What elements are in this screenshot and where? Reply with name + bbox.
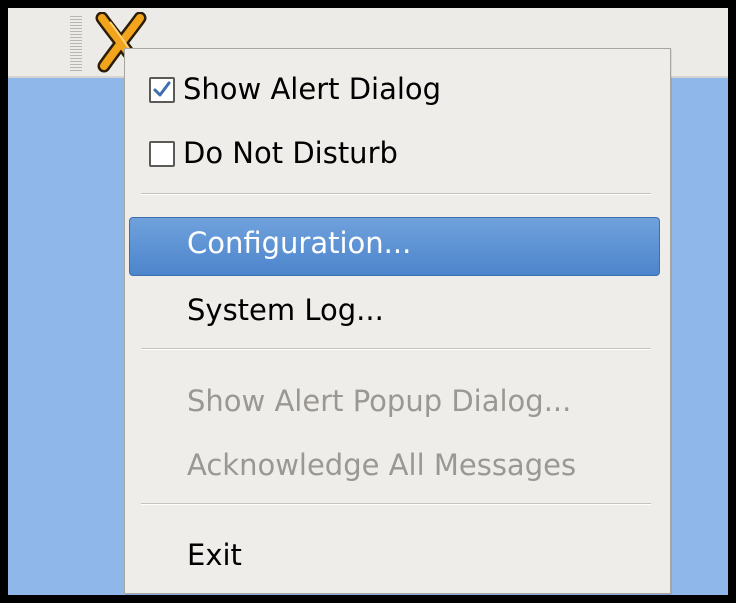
menu-item-exit[interactable]: Exit — [125, 527, 670, 583]
desktop: Show Alert Dialog Do Not Disturb Configu… — [8, 8, 728, 595]
menu-item-label: System Log... — [187, 293, 384, 327]
menu-item-label: Configuration... — [187, 226, 412, 260]
checkmark-icon — [153, 81, 171, 97]
menu-item-label: Acknowledge All Messages — [187, 448, 577, 482]
menu-item-label: Exit — [187, 538, 242, 572]
checkbox-checked[interactable] — [149, 77, 175, 103]
menu-item-do-not-disturb[interactable]: Do Not Disturb — [125, 125, 670, 181]
menu-item-show-alert-popup-dialog: Show Alert Popup Dialog... — [125, 373, 670, 429]
tray-context-menu: Show Alert Dialog Do Not Disturb Configu… — [124, 48, 671, 594]
menu-separator — [141, 193, 651, 195]
menu-separator — [141, 348, 651, 350]
menu-item-configuration[interactable]: Configuration... — [125, 215, 670, 276]
menu-separator — [141, 503, 651, 505]
menu-item-label: Show Alert Popup Dialog... — [187, 384, 572, 418]
menu-item-label: Show Alert Dialog — [183, 72, 442, 106]
panel-drag-handle[interactable] — [70, 16, 82, 72]
checkbox-unchecked[interactable] — [149, 141, 175, 167]
menu-item-label: Do Not Disturb — [183, 136, 398, 170]
menu-item-show-alert-dialog[interactable]: Show Alert Dialog — [125, 61, 670, 117]
menu-item-acknowledge-all-messages: Acknowledge All Messages — [125, 437, 670, 493]
menu-item-system-log[interactable]: System Log... — [125, 282, 670, 338]
